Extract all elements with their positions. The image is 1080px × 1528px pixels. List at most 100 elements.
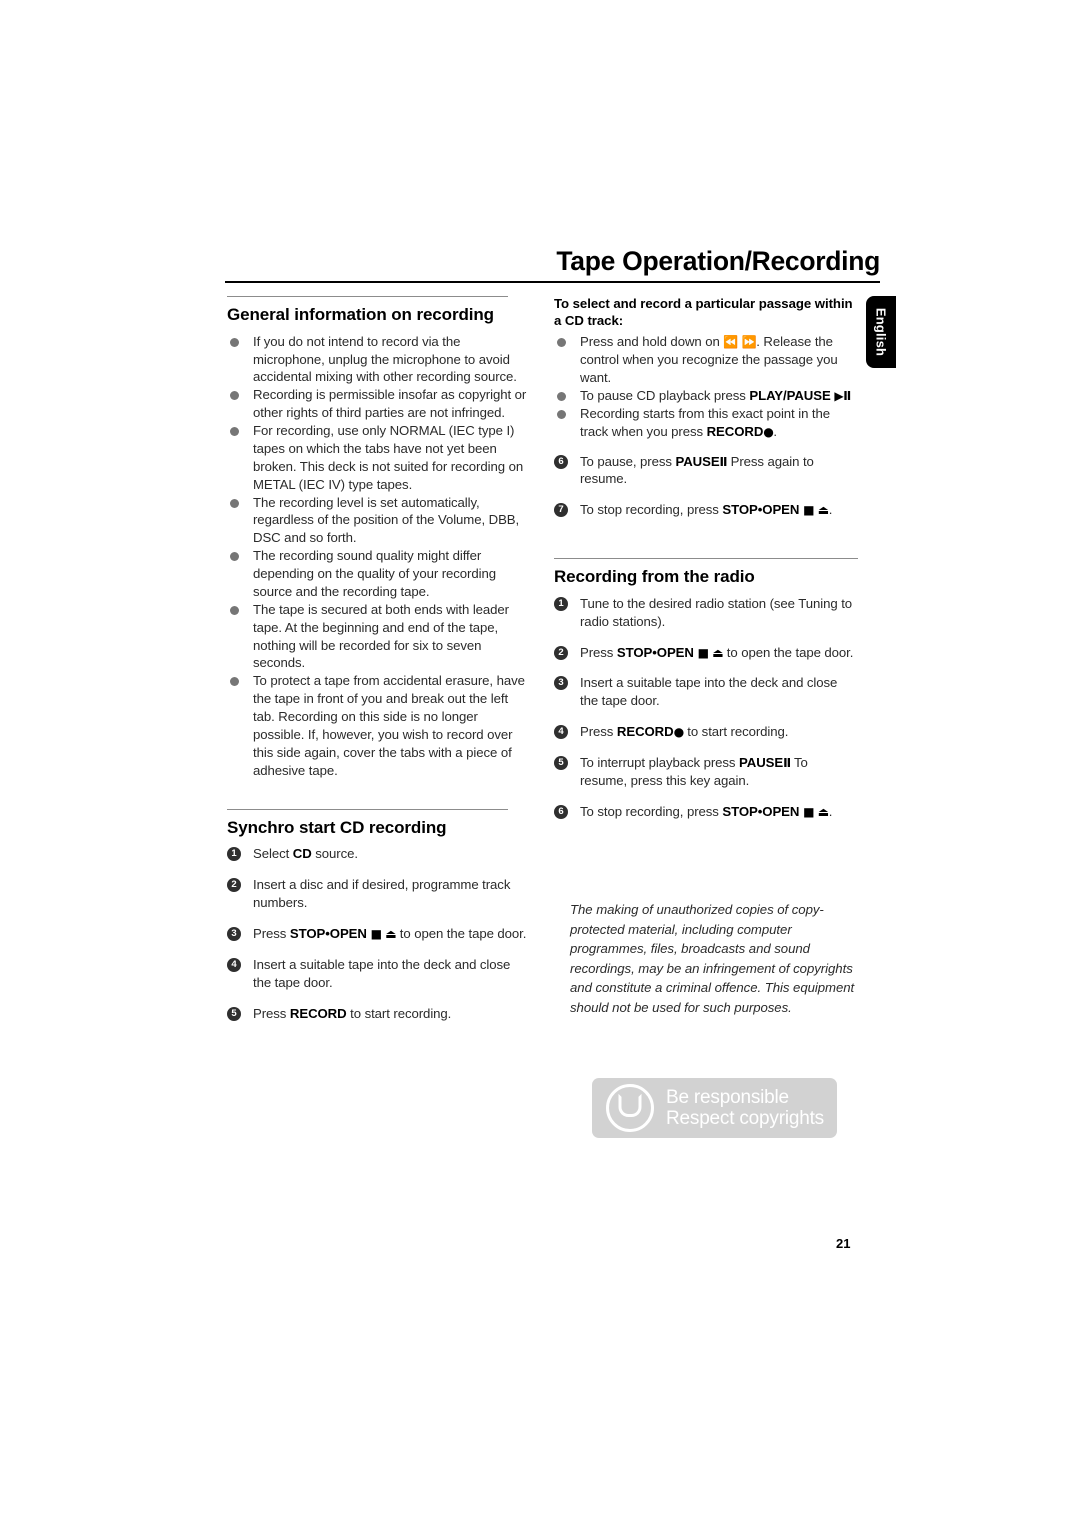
list-item: 1 Select CD source. xyxy=(227,845,531,863)
list-item: 2 Press STOP•OPEN ■ ⏏ to open the tape d… xyxy=(554,644,858,662)
list-item-text-pre: Press and hold down on xyxy=(580,334,724,350)
list-item: 1 Tune to the desired radio station (see… xyxy=(554,595,858,631)
pause-icon: Ⅱ xyxy=(783,756,791,771)
language-tab: English xyxy=(866,296,896,368)
rewind-forward-icon: ⏪ ⏩ xyxy=(723,335,757,350)
step-text-pre: Press xyxy=(580,724,617,740)
select-passage-bullet-list: Press and hold down on ⏪ ⏩. Release the … xyxy=(554,333,858,440)
step-text-pre: To stop recording, press xyxy=(580,502,723,518)
list-item-text: The recording level is set automatically… xyxy=(253,494,520,546)
list-item-text: If you do not intend to record via the m… xyxy=(253,333,517,385)
step-text-post: . xyxy=(828,803,833,819)
list-item: 6 To stop recording, press STOP•OPEN ■ ⏏… xyxy=(554,803,858,821)
section-divider xyxy=(227,296,508,297)
key-label: PAUSE xyxy=(675,453,720,469)
badge-line-2: Respect copyrights xyxy=(666,1108,824,1129)
title-divider xyxy=(225,280,880,283)
list-item: 3 Insert a suitable tape into the deck a… xyxy=(554,674,858,710)
stop-eject-icon: ■ ⏏ xyxy=(799,503,829,518)
key-label: PLAY/PAUSE xyxy=(749,387,831,403)
list-item: Recording is permissible insofar as copy… xyxy=(227,386,531,422)
list-item: 5 To interrupt playback press PAUSEⅡ To … xyxy=(554,754,858,790)
step-number-badge: 1 xyxy=(554,596,568,611)
step-text-post: to open the tape door. xyxy=(723,644,854,660)
section-title-recording-from-radio: Recording from the radio xyxy=(554,567,755,587)
key-label: STOP•OPEN xyxy=(722,502,800,518)
bullet-dot-icon xyxy=(557,391,566,401)
key-label: CD xyxy=(292,846,312,862)
step-text-pre: Select xyxy=(253,846,293,862)
key-label: RECORD xyxy=(289,1005,347,1021)
key-label: PAUSE xyxy=(739,755,784,771)
list-item: The recording sound quality might differ… xyxy=(227,547,531,601)
page-header: Tape Operation/Recording xyxy=(225,246,880,283)
list-item: Press and hold down on ⏪ ⏩. Release the … xyxy=(554,333,858,387)
step-text-pre: To interrupt playback press xyxy=(580,755,740,771)
step-number-badge: 2 xyxy=(554,645,568,660)
section-divider xyxy=(554,558,858,560)
list-item: To pause CD playback press PLAY/PAUSE ▶Ⅱ xyxy=(554,387,858,405)
right-column: To select and record a particular passag… xyxy=(554,296,858,834)
record-icon: ● xyxy=(673,725,685,740)
step-number-badge: 5 xyxy=(227,1006,241,1021)
step-text-post: to start recording. xyxy=(346,1005,452,1021)
bullet-dot-icon xyxy=(557,338,566,348)
bullet-dot-icon xyxy=(230,552,239,562)
bullet-dot-icon xyxy=(230,337,239,347)
page-title: Tape Operation/Recording xyxy=(556,246,880,276)
step-number-badge: 2 xyxy=(227,878,241,893)
language-tab-label: English xyxy=(873,307,889,357)
step-text-pre: Insert a suitable tape into the deck and… xyxy=(580,675,838,709)
list-item: To protect a tape from accidental erasur… xyxy=(227,672,531,779)
key-label: RECORD xyxy=(616,724,674,740)
list-item: For recording, use only NORMAL (IEC type… xyxy=(227,422,531,494)
step-number-badge: 4 xyxy=(227,957,241,972)
section-divider xyxy=(227,808,508,810)
list-item-text-post: . xyxy=(773,423,777,439)
section-title-general-information: General information on recording xyxy=(227,305,494,324)
bullet-dot-icon xyxy=(557,409,566,419)
step-text-pre: Press xyxy=(253,925,290,941)
key-label: STOP•OPEN xyxy=(722,803,800,819)
list-item: 4 Press RECORD● to start recording. xyxy=(554,723,858,741)
list-item: 3 Press STOP•OPEN ■ ⏏ to open the tape d… xyxy=(227,925,531,943)
step-text-pre: To pause, press xyxy=(580,453,676,469)
copyright-notice: The making of unauthorized copies of cop… xyxy=(570,902,855,1015)
pause-icon: Ⅱ xyxy=(719,454,728,469)
step-text-pre: Press xyxy=(253,1005,290,1021)
document-page: Tape Operation/Recording English General… xyxy=(0,0,1080,1528)
step-text-pre: Insert a disc and if desired, programme … xyxy=(253,877,511,911)
step-text-pre: Press xyxy=(580,644,617,660)
bullet-dot-icon xyxy=(230,427,239,437)
key-label: STOP•OPEN xyxy=(289,925,367,941)
step-text-post: to open the tape door. xyxy=(396,925,527,941)
step-number-badge: 5 xyxy=(554,756,568,771)
record-icon: ● xyxy=(763,424,774,439)
be-responsible-badge: Be responsible Respect copyrights xyxy=(592,1078,837,1138)
bullet-dot-icon xyxy=(230,498,239,508)
recording-from-radio-step-list: 1 Tune to the desired radio station (see… xyxy=(554,595,858,821)
list-item-text-pre: To pause CD playback press xyxy=(580,387,750,403)
stop-eject-icon: ■ ⏏ xyxy=(693,645,724,660)
step-number-badge: 3 xyxy=(554,676,568,691)
step-text-post: source. xyxy=(311,846,358,862)
list-item: If you do not intend to record via the m… xyxy=(227,333,531,387)
left-column: General information on recording If you … xyxy=(227,296,531,1035)
key-label: RECORD xyxy=(706,423,764,439)
badge-line-1: Be responsible xyxy=(666,1086,789,1108)
list-item: The recording level is set automatically… xyxy=(227,494,531,548)
section-title-synchro-start: Synchro start CD recording xyxy=(227,817,447,837)
step-number-badge: 7 xyxy=(554,503,568,518)
list-item: 7 To stop recording, press STOP•OPEN ■ ⏏… xyxy=(554,501,858,519)
list-item: 5 Press RECORD to start recording. xyxy=(227,1005,531,1023)
copyright-shield-icon xyxy=(606,1084,654,1132)
general-information-bullet-list: If you do not intend to record via the m… xyxy=(227,333,531,780)
list-item-text: The tape is secured at both ends with le… xyxy=(253,601,509,671)
play-pause-icon: ▶Ⅱ xyxy=(830,388,851,403)
step-number-badge: 6 xyxy=(554,804,568,819)
list-item-text: To protect a tape from accidental erasur… xyxy=(253,673,525,778)
list-item: 2 Insert a disc and if desired, programm… xyxy=(227,876,531,912)
list-item-text-pre: Recording starts from this exact point i… xyxy=(580,405,831,439)
